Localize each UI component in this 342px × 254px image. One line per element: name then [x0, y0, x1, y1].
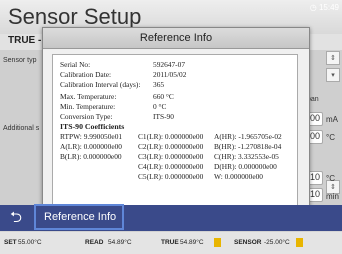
- field-label: Calibration Date:: [60, 70, 112, 79]
- additional-settings-label: Additional s: [3, 125, 40, 132]
- warning-indicator: [214, 238, 221, 247]
- unit-label: min: [326, 192, 339, 201]
- unit-label: mA: [326, 115, 338, 124]
- coefficient: B(LR): 0.000000e00: [60, 152, 122, 161]
- warning-indicator: [296, 238, 303, 247]
- coefficient: C1(LR): 0.000000e00: [138, 132, 204, 141]
- reference-info-panel: Serial No: 592647-07 Calibration Date: 2…: [52, 54, 298, 218]
- field-value: 365: [153, 80, 165, 89]
- coefficient: C3(LR): 0.000000e00: [138, 152, 204, 161]
- coefficient: D(HR): 0.000000e00: [214, 162, 277, 171]
- coefficient: B(HR): -1.270818e-04: [214, 142, 282, 151]
- coefficient: C5(LR): 0.000000e00: [138, 172, 204, 181]
- sensor-type-dropdown[interactable]: ▾: [326, 68, 340, 82]
- sensor-type-label: Sensor typ: [3, 57, 37, 64]
- field-value: 0 °C: [153, 102, 167, 111]
- coefficient: A(LR): 0.000000e00: [60, 142, 122, 151]
- back-arrow-icon[interactable]: ⮌: [10, 210, 22, 226]
- coefficient: W: 0.000000e00: [214, 172, 263, 181]
- true-label: TRUE: [161, 239, 179, 246]
- reference-info-button[interactable]: Reference Info: [34, 204, 124, 230]
- set-label: SET: [4, 239, 17, 246]
- sensor-value: -25.00°C: [264, 239, 290, 246]
- reference-info-dialog: Reference Info Serial No: 592647-07 Cali…: [42, 27, 310, 227]
- field-label: Conversion Type:: [60, 112, 113, 121]
- unit-label: °C: [326, 174, 335, 183]
- field-label: Calibration Interval (days):: [60, 80, 141, 89]
- coefficient: A(HR): -1.965705e-02: [214, 132, 282, 141]
- field-label: Max. Temperature:: [60, 92, 117, 101]
- field-label: Min. Temperature:: [60, 102, 116, 111]
- coefficients-title: ITS-90 Coefficients: [60, 122, 125, 131]
- dialog-title: Reference Info: [43, 28, 309, 49]
- set-value: 55.00°C: [18, 239, 42, 246]
- status-bar: SET 55.00°C READ 54.89°C TRUE 54.89°C SE…: [0, 232, 342, 254]
- read-value: 54.89°C: [108, 239, 132, 246]
- field-value: 2011/05/02: [153, 70, 187, 79]
- field-value: 660 °C: [153, 92, 174, 101]
- coefficient: C(HR): 3.332553e-05: [214, 152, 279, 161]
- field-value: 592647-07: [153, 60, 186, 69]
- unit-label: °C: [326, 133, 335, 142]
- true-value: 54.89°C: [180, 239, 204, 246]
- coefficient: RTPW: 9.990050e01: [60, 132, 123, 141]
- field-value: ITS-90: [153, 112, 174, 121]
- clock-time: 15:49: [318, 3, 339, 12]
- coefficient: C2(LR): 0.000000e00: [138, 142, 204, 151]
- field-label: Serial No:: [60, 60, 91, 69]
- clock: ◷ 15:49: [309, 3, 339, 12]
- coefficient: C4(LR): 0.000000e00: [138, 162, 204, 171]
- sensor-type-spinner[interactable]: ⇕: [326, 51, 340, 65]
- read-label: READ: [85, 239, 104, 246]
- sensor-label: SENSOR: [234, 239, 262, 246]
